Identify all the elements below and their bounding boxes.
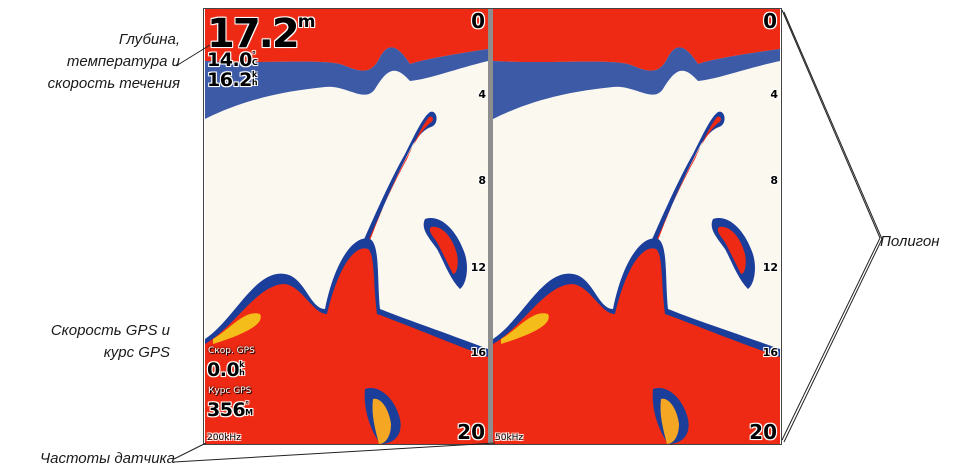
polygon-bracket bbox=[781, 9, 881, 441]
polygon-bracket-inner bbox=[783, 11, 883, 443]
callout-leader-lines bbox=[173, 9, 883, 463]
leader-frequency-left bbox=[173, 442, 207, 460]
leader-frequency-right bbox=[173, 442, 496, 463]
leader-depth bbox=[175, 44, 211, 67]
